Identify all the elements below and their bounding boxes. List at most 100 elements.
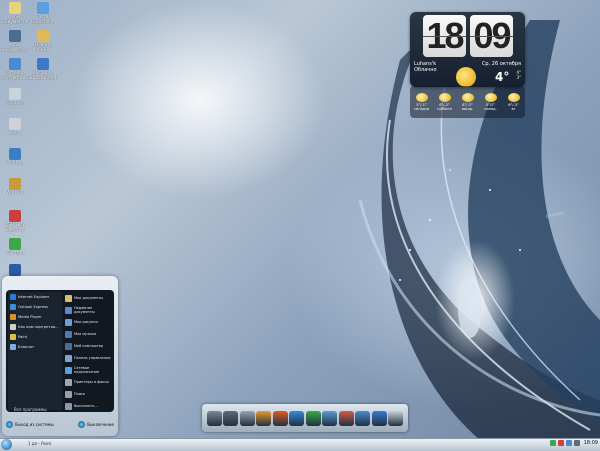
weather-date: Ср, 26 октября xyxy=(481,61,521,67)
dock-bar xyxy=(202,404,408,432)
dock-notes-icon[interactable] xyxy=(322,410,338,426)
program-icon xyxy=(65,354,72,362)
start-menu-item-label: Media Player xyxy=(18,315,42,319)
desktop-icon[interactable]: uTorrent xyxy=(0,238,30,256)
start-menu-item-label: Internet Explorer xyxy=(18,295,50,299)
network-tray-icon[interactable] xyxy=(565,440,572,446)
dock-media-icon[interactable] xyxy=(289,410,305,426)
start-menu-item-label: Как вам портретов... xyxy=(18,325,59,329)
taskbar-clock[interactable]: 18:09 xyxy=(584,440,598,446)
program-icon xyxy=(65,402,72,410)
cloud-sun-icon xyxy=(484,93,497,102)
desktop-icon-label: Появить обои... xyxy=(33,43,53,53)
start-menu-item[interactable]: Недавние документы xyxy=(64,304,112,316)
volume-tray-icon[interactable] xyxy=(573,440,580,446)
start-menu-item-label: Сетевое подключение xyxy=(74,366,100,374)
start-menu-item[interactable]: Internet Explorer xyxy=(8,292,62,302)
utorrent-tray-icon[interactable] xyxy=(549,440,556,446)
desktop-icon-label: Корзина xyxy=(5,101,25,106)
desktop-icon[interactable]: Total Uninstall... xyxy=(28,2,58,25)
dock-trash-icon[interactable] xyxy=(388,410,404,426)
forecast-day: 5°/2° понед. xyxy=(481,93,501,111)
system-tray: 18:09 xyxy=(549,440,598,446)
shutdown-button[interactable]: Выключение xyxy=(78,420,114,428)
desktop-icon[interactable]: Cleor xyxy=(0,118,30,136)
desktop-icon[interactable]: Появить обои... xyxy=(28,30,58,53)
forecast-label: вт xyxy=(511,107,516,111)
forecast-label: воскр. xyxy=(461,107,474,111)
start-menu-item[interactable]: Выполнить... xyxy=(64,400,112,412)
desktop-icon[interactable]: Мой компьютер xyxy=(0,30,30,53)
start-menu-item[interactable]: Outlook Express xyxy=(8,302,62,312)
start-menu-item[interactable]: Моя музыка xyxy=(64,328,112,340)
start-menu-item[interactable]: Paint xyxy=(8,332,62,342)
app-icon xyxy=(9,178,21,190)
desktop-icon[interactable]: Photos xyxy=(0,148,30,166)
dock-disk-icon[interactable] xyxy=(239,410,255,426)
program-icon xyxy=(10,314,16,320)
start-button[interactable] xyxy=(1,439,12,450)
program-icon xyxy=(65,342,72,350)
clock-hour: 18 xyxy=(423,15,466,57)
desktop-icon[interactable]: WinRAR xyxy=(0,178,30,196)
start-menu-item[interactable]: Мои документы xyxy=(64,292,112,304)
desktop-icon[interactable]: Auslogics BoostSpeed xyxy=(28,58,58,81)
app-icon xyxy=(9,88,21,100)
program-icon xyxy=(65,318,72,326)
cloud-sun-icon xyxy=(461,93,474,102)
start-menu-item[interactable]: Мои рисунки xyxy=(64,316,112,328)
start-menu-item-label: Мой компьютер xyxy=(74,344,104,348)
start-menu-item[interactable]: Принтеры и факсы xyxy=(64,376,112,388)
dock-computer-icon[interactable] xyxy=(206,410,222,426)
dock-dropbox-icon[interactable] xyxy=(355,410,371,426)
dock-firefox-icon[interactable] xyxy=(272,410,288,426)
app-icon xyxy=(9,264,21,276)
desktop-icon[interactable]: Корзина xyxy=(0,88,30,106)
dock-utorrent-icon[interactable] xyxy=(305,410,321,426)
all-programs-button[interactable]: Все программы xyxy=(14,407,47,412)
start-menu-item-label: Поиск xyxy=(74,392,86,396)
program-icon xyxy=(10,334,16,340)
desktop-icon-label: Auslogics BoostSpeed xyxy=(29,71,57,81)
clock-widget[interactable]: 18 09 Luhans'k Облачно Ср, 26 октября 4°… xyxy=(410,12,525,87)
forecast-day: 6°/-3° вт xyxy=(504,93,524,111)
weather-forecast: 5°/-1° сегодня 6°/-2° суббота 8°/-2° воскр. 5°… xyxy=(410,86,525,118)
start-menu-item[interactable]: Как вам портретов... xyxy=(8,322,62,332)
shutdown-label: Выключение xyxy=(87,421,114,427)
app-icon xyxy=(9,58,21,70)
start-menu-item-label: Моя музыка xyxy=(74,332,96,336)
dock-books-icon[interactable] xyxy=(338,410,354,426)
app-icon xyxy=(37,30,49,42)
start-menu-footer: Выход из системы Выключение xyxy=(6,416,114,432)
desktop-icon-label: USB Disk Security xyxy=(4,223,26,233)
weather-range-low: 3° xyxy=(516,75,521,80)
start-menu-places: Мои документы Недавние документы Мои рисун… xyxy=(64,292,112,410)
start-menu-item[interactable]: Media Player xyxy=(8,312,62,322)
security-tray-icon[interactable] xyxy=(557,440,564,446)
cloud-sun-icon xyxy=(415,93,428,102)
desktop-icon-label: Мои документы xyxy=(1,15,29,25)
dock-ie-icon[interactable] xyxy=(371,410,387,426)
desktop-icon[interactable]: USB Disk Security xyxy=(0,210,30,233)
start-menu-item[interactable]: Сетевое подключение xyxy=(64,364,112,376)
app-icon xyxy=(37,58,49,70)
start-menu-item[interactable]: Блокнот xyxy=(8,342,62,352)
forecast-label: понед. xyxy=(484,107,497,111)
logoff-button[interactable]: Выход из системы xyxy=(6,420,54,428)
start-menu-item-label: Мои документы xyxy=(74,296,104,300)
power-icon xyxy=(78,420,86,428)
start-menu-item[interactable]: Мой компьютер xyxy=(64,340,112,352)
dock-folder-icon[interactable] xyxy=(256,410,272,426)
forecast-day: 8°/-2° воскр. xyxy=(458,93,478,111)
app-icon xyxy=(9,118,21,130)
start-menu-item[interactable]: Поиск xyxy=(64,388,112,400)
dock-printer-icon[interactable] xyxy=(223,410,239,426)
forecast-day: 5°/-1° сегодня xyxy=(412,93,432,111)
app-icon xyxy=(9,2,21,14)
desktop-icon[interactable]: Сетевое окружение xyxy=(0,58,30,81)
program-icon xyxy=(10,344,16,350)
taskbar-task-paint[interactable]: 1 дп - Paint xyxy=(28,441,51,446)
start-menu-item[interactable]: Панель управления xyxy=(64,352,112,364)
program-icon xyxy=(65,366,72,374)
desktop-icon[interactable]: Мои документы xyxy=(0,2,30,25)
